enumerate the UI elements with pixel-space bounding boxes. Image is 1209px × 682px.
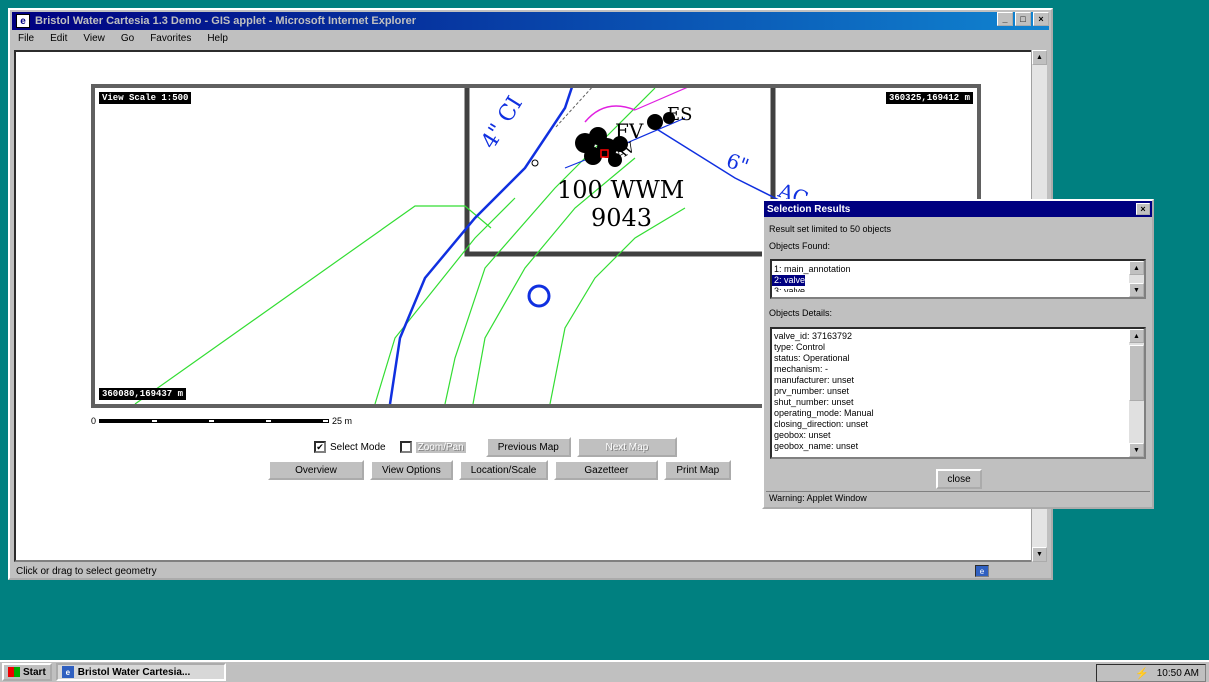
detail-row: status: Operational	[774, 353, 850, 363]
main-annotation-number: 9043	[591, 204, 652, 232]
objects-found-list[interactable]: 1: main_annotation 2: valve 3: valve ▲ ▼	[770, 259, 1146, 299]
status-bar: Click or drag to select geometry e	[14, 564, 1049, 578]
dialog-title-bar[interactable]: Selection Results ×	[764, 201, 1152, 217]
objects-list-scrollbar[interactable]: ▲ ▼	[1129, 261, 1144, 297]
view-options-button[interactable]: View Options	[370, 460, 453, 480]
title-bar[interactable]: e Bristol Water Cartesia 1.3 Demo - GIS …	[12, 12, 1049, 30]
main-annotation-wwm: 100 WWM	[557, 176, 684, 204]
zoom-pan-label: Zoom/Pan	[415, 441, 466, 453]
pipe-annotation-4ci: 4" CI	[477, 92, 528, 153]
window-title: Bristol Water Cartesia 1.3 Demo - GIS ap…	[35, 15, 417, 27]
bottom-left-coordinate: 360080,169437 m	[99, 388, 187, 400]
print-map-button[interactable]: Print Map	[664, 460, 732, 480]
result-limit-text: Result set limited to 50 objects	[769, 224, 892, 234]
scroll-up-arrow-icon[interactable]: ▲	[1032, 50, 1047, 65]
small-valve-symbol	[531, 159, 539, 167]
location-scale-button[interactable]: Location/Scale	[458, 460, 549, 480]
applet-warning: Warning: Applet Window	[766, 491, 1150, 505]
detail-row: geobox: unset	[774, 430, 831, 440]
start-button[interactable]: Start	[2, 663, 52, 681]
menu-favorites[interactable]: Favorites	[148, 32, 193, 48]
detail-row: valve_id: 37163792	[774, 331, 853, 341]
detail-row: geobox_name: unset	[774, 441, 859, 451]
dashed-line	[554, 88, 593, 129]
security-zone-icon: e	[975, 565, 989, 577]
list-item[interactable]: 3: valve	[772, 286, 1144, 292]
detail-row: closing_direction: unset	[774, 419, 869, 429]
scale-start-label: 0	[91, 416, 97, 426]
detail-row: prv_number: unset	[774, 386, 850, 396]
dialog-title: Selection Results	[767, 203, 851, 215]
list-item[interactable]: 1: main_annotation	[772, 264, 1144, 275]
scale-end-label: 25 m	[332, 416, 353, 426]
network-icon[interactable]: ⚡	[1135, 667, 1149, 680]
selection-results-dialog: Selection Results × Result set limited t…	[762, 199, 1154, 509]
select-mode-checkbox[interactable]: ✔ Select Mode	[314, 441, 386, 453]
start-label: Start	[23, 666, 46, 678]
system-tray: ⚡ 10:50 AM	[1096, 664, 1206, 682]
scroll-down-arrow-icon[interactable]: ▼	[1129, 283, 1144, 297]
scale-bar: 0 25 m	[91, 416, 352, 426]
scroll-up-arrow-icon[interactable]: ▲	[1129, 329, 1144, 343]
detail-row: mechanism: -	[774, 364, 829, 374]
close-window-button[interactable]: ×	[1033, 12, 1049, 26]
boundary-line	[549, 207, 686, 404]
view-scale-label: View Scale 1:500	[99, 92, 192, 104]
minimize-button[interactable]: _	[997, 12, 1013, 26]
menu-edit[interactable]: Edit	[48, 32, 69, 48]
select-mode-check-icon: ✔	[314, 441, 326, 453]
zoom-pan-check-icon	[399, 441, 412, 453]
menu-view[interactable]: View	[81, 32, 107, 48]
overview-button[interactable]: Overview	[268, 460, 364, 480]
gazetteer-button[interactable]: Gazetteer	[554, 460, 659, 480]
ie-icon: e	[61, 666, 74, 678]
scroll-thumb[interactable]	[1129, 345, 1144, 401]
menu-go[interactable]: Go	[119, 32, 136, 48]
windows-logo-icon	[8, 667, 20, 677]
detail-row: type: Control	[774, 342, 826, 352]
menu-file[interactable]: File	[16, 32, 36, 48]
blue-circle-symbol	[527, 284, 551, 308]
scroll-up-arrow-icon[interactable]: ▲	[1129, 261, 1144, 275]
taskbar-task-label: Bristol Water Cartesia...	[77, 666, 191, 678]
boundary-line	[134, 205, 492, 404]
scroll-down-arrow-icon[interactable]: ▼	[1129, 443, 1144, 457]
ie-icon: e	[16, 14, 30, 28]
scale-bar-graphic	[99, 419, 330, 423]
object-details-label: Objects Details:	[769, 308, 833, 318]
select-mode-label: Select Mode	[330, 441, 386, 453]
details-scrollbar[interactable]: ▲ ▼	[1129, 329, 1144, 457]
status-text: Click or drag to select geometry	[16, 565, 157, 577]
maximize-button[interactable]: □	[1015, 12, 1031, 26]
previous-map-button[interactable]: Previous Map	[485, 437, 571, 457]
zoom-pan-checkbox[interactable]: Zoom/Pan	[399, 441, 466, 453]
taskbar: Start e Bristol Water Cartesia... ⚡ 10:5…	[0, 660, 1209, 682]
menu-help[interactable]: Help	[205, 32, 230, 48]
detail-row: shut_number: unset	[774, 397, 854, 407]
window-controls: _ □ ×	[997, 12, 1049, 26]
menu-bar: File Edit View Go Favorites Help	[14, 32, 230, 48]
detail-row: manufacturer: unset	[774, 375, 855, 385]
top-right-coordinate: 360325,169412 m	[885, 92, 973, 104]
list-item-selected[interactable]: 2: valve	[772, 275, 806, 286]
close-button[interactable]: close	[936, 469, 982, 489]
map-tool-buttons: Overview View Options Location/Scale Gaz…	[268, 460, 732, 480]
dialog-close-icon[interactable]: ×	[1136, 203, 1150, 215]
next-map-button[interactable]: Next Map	[576, 437, 677, 457]
map-mode-controls: ✔ Select Mode Zoom/Pan Previous Map Next…	[314, 437, 677, 457]
detail-row: operating_mode: Manual	[774, 408, 874, 418]
scroll-down-arrow-icon[interactable]: ▼	[1032, 547, 1047, 562]
taskbar-ie-button[interactable]: e Bristol Water Cartesia...	[55, 663, 226, 681]
boundary-line	[374, 197, 516, 404]
object-details-list[interactable]: valve_id: 37163792 type: Control status:…	[770, 327, 1146, 459]
valve-label-es: ES	[667, 104, 692, 125]
objects-found-label: Objects Found:	[769, 241, 831, 251]
clock[interactable]: 10:50 AM	[1157, 668, 1199, 679]
